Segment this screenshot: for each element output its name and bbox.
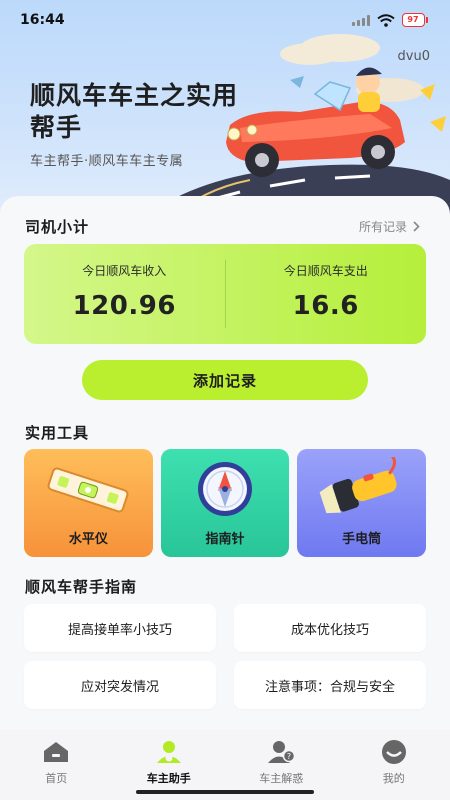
main-content: 司机小计 所有记录 今日顺风车收入 120.96 今日顺风车支出 16.6 添加… [0, 196, 450, 736]
guide-item-order-tips[interactable]: 提高接单率小技巧 [24, 604, 216, 652]
add-record-button[interactable]: 添加记录 [82, 360, 368, 400]
income-value: 120.96 [72, 291, 176, 321]
tool-card-level[interactable]: 水平仪 [24, 449, 153, 557]
tab-label-home: 首页 [45, 772, 68, 785]
home-icon [44, 742, 69, 762]
home-indicator [136, 790, 314, 794]
status-time: 16:44 [20, 12, 65, 28]
level-icon [47, 467, 129, 513]
chevron-right-icon [413, 221, 420, 232]
flashlight-icon [319, 457, 397, 514]
tool-label-level: 水平仪 [68, 532, 108, 547]
driver-calc-heading: 司机小计 [25, 218, 90, 236]
battery-level: 97 [404, 15, 422, 25]
tools-heading: 实用工具 [25, 424, 90, 442]
tools-grid: 水平仪 指南针 手电筒 [24, 449, 427, 557]
guide-item-cost-tips[interactable]: 成本优化技巧 [234, 604, 426, 652]
faq-icon: ? [268, 741, 296, 763]
wifi-icon [377, 13, 395, 27]
tool-card-flashlight[interactable]: 手电筒 [297, 449, 427, 557]
daily-summary-card: 今日顺风车收入 120.96 今日顺风车支出 16.6 [24, 244, 426, 344]
guide-item-compliance[interactable]: 注意事项：合规与安全 [234, 661, 426, 709]
expense-value: 16.6 [292, 291, 359, 321]
profile-icon [381, 740, 406, 764]
svg-text:?: ? [287, 752, 291, 761]
all-records-link[interactable]: 所有记录 [359, 218, 420, 235]
tool-card-compass[interactable]: 指南针 [160, 449, 290, 557]
tab-label-driver-assistant: 车主助手 [146, 772, 191, 785]
tab-label-profile: 我的 [382, 772, 405, 785]
compass-icon [198, 462, 252, 516]
tool-label-compass: 指南针 [205, 532, 245, 547]
income-summary: 今日顺风车收入 120.96 [24, 244, 225, 344]
income-label: 今日顺风车收入 [82, 264, 167, 278]
guide-item-emergency[interactable]: 应对突发情况 [24, 661, 216, 709]
battery-icon: 97 [402, 13, 428, 27]
all-records-label: 所有记录 [358, 220, 407, 234]
status-icons: 97 [352, 13, 428, 27]
expense-label: 今日顺风车支出 [283, 264, 368, 278]
guide-heading: 顺风车帮手指南 [25, 578, 138, 596]
driver-icon [156, 741, 181, 763]
expense-summary: 今日顺风车支出 16.6 [226, 244, 427, 344]
tab-profile[interactable]: 我的 [338, 730, 450, 800]
tab-label-faq: 车主解惑 [259, 772, 304, 785]
tool-label-flashlight: 手电筒 [342, 532, 382, 547]
signal-icon [352, 14, 370, 26]
tab-home[interactable]: 首页 [0, 730, 113, 800]
